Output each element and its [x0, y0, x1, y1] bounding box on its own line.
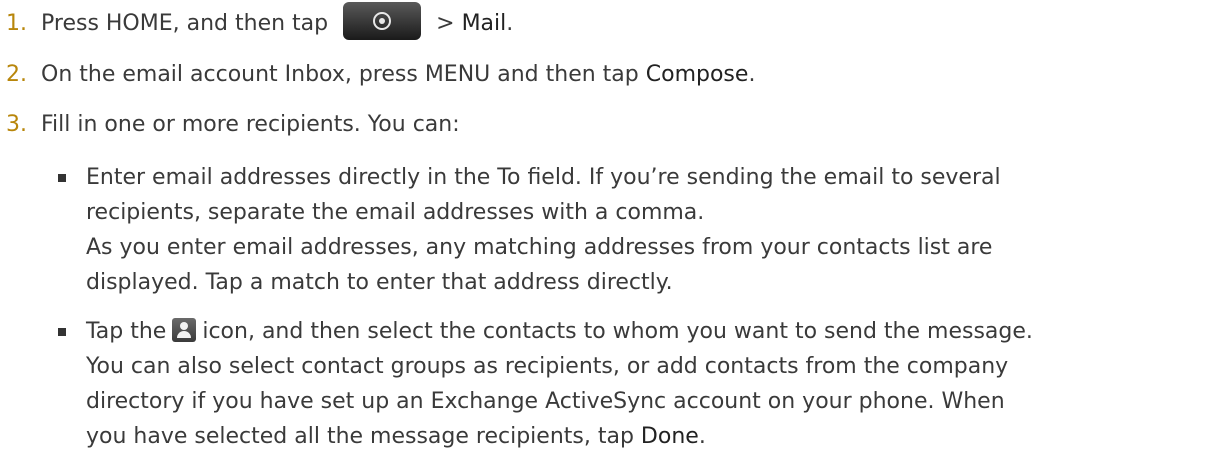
bullet-icon [58, 174, 66, 182]
bullet-line: Tap the icon, and then select the contact… [86, 314, 1226, 349]
separator: > [436, 11, 455, 36]
manual-page: 1. Press HOME, and then tap > Mail. 2. O… [0, 0, 1228, 474]
step-3: 3. Fill in one or more recipients. You c… [0, 107, 460, 142]
mail-label: Mail [461, 11, 507, 36]
step-1-tail: . [506, 11, 514, 36]
bullet-line: you have selected all the message recipi… [86, 419, 1226, 454]
bullet-line: directory if you have set up an Exchange… [86, 389, 1005, 414]
all-apps-ring-icon [373, 12, 392, 30]
bullet-line: displayed. Tap a match to enter that add… [86, 270, 673, 295]
step-1: 1. Press HOME, and then tap > Mail. [0, 2, 514, 41]
contact-icon [172, 318, 197, 342]
step-3-text: Fill in one or more recipients. You can: [41, 112, 460, 137]
step-number: 1. [6, 11, 27, 36]
done-label: Done [640, 424, 699, 449]
all-apps-button-icon [343, 2, 422, 40]
step-text: Press HOME, and then tap > Mail. [41, 2, 514, 40]
bullet-line: You can also select contact groups as re… [86, 354, 1009, 379]
bullet-item-2: Tap the icon, and then select the contact… [58, 314, 1208, 464]
icon-instruction-text: icon, and then select the contacts to wh… [202, 319, 1033, 344]
bullet-line: recipients, separate the email addresses… [86, 200, 705, 225]
bullet-icon [58, 328, 66, 336]
step-2-tail: . [748, 62, 756, 87]
bullet-item-1: Enter email addresses directly in the To… [58, 160, 1208, 305]
step-number: 3. [6, 112, 27, 137]
contact-head-shape [180, 322, 189, 330]
step-text: On the email account Inbox, press MENU a… [41, 62, 755, 87]
last-line-tail: . [698, 424, 706, 449]
step-1-text: Press HOME, and then tap [41, 11, 329, 36]
step-2: 2. On the email account Inbox, press MEN… [0, 57, 755, 92]
bullet-text: Tap the icon, and then select the contact… [86, 314, 1226, 454]
last-line-text: you have selected all the message recipi… [86, 424, 634, 449]
bullet-line: Enter email addresses directly in the To… [86, 165, 1001, 190]
step-number: 2. [6, 62, 27, 87]
contact-body-shape [177, 331, 192, 338]
tap-the-text: Tap the [86, 319, 167, 344]
bullet-text: Enter email addresses directly in the To… [86, 160, 1226, 300]
bullet-line: As you enter email addresses, any matchi… [86, 235, 993, 260]
compose-label: Compose [645, 62, 749, 87]
step-2-text: On the email account Inbox, press MENU a… [41, 62, 639, 87]
